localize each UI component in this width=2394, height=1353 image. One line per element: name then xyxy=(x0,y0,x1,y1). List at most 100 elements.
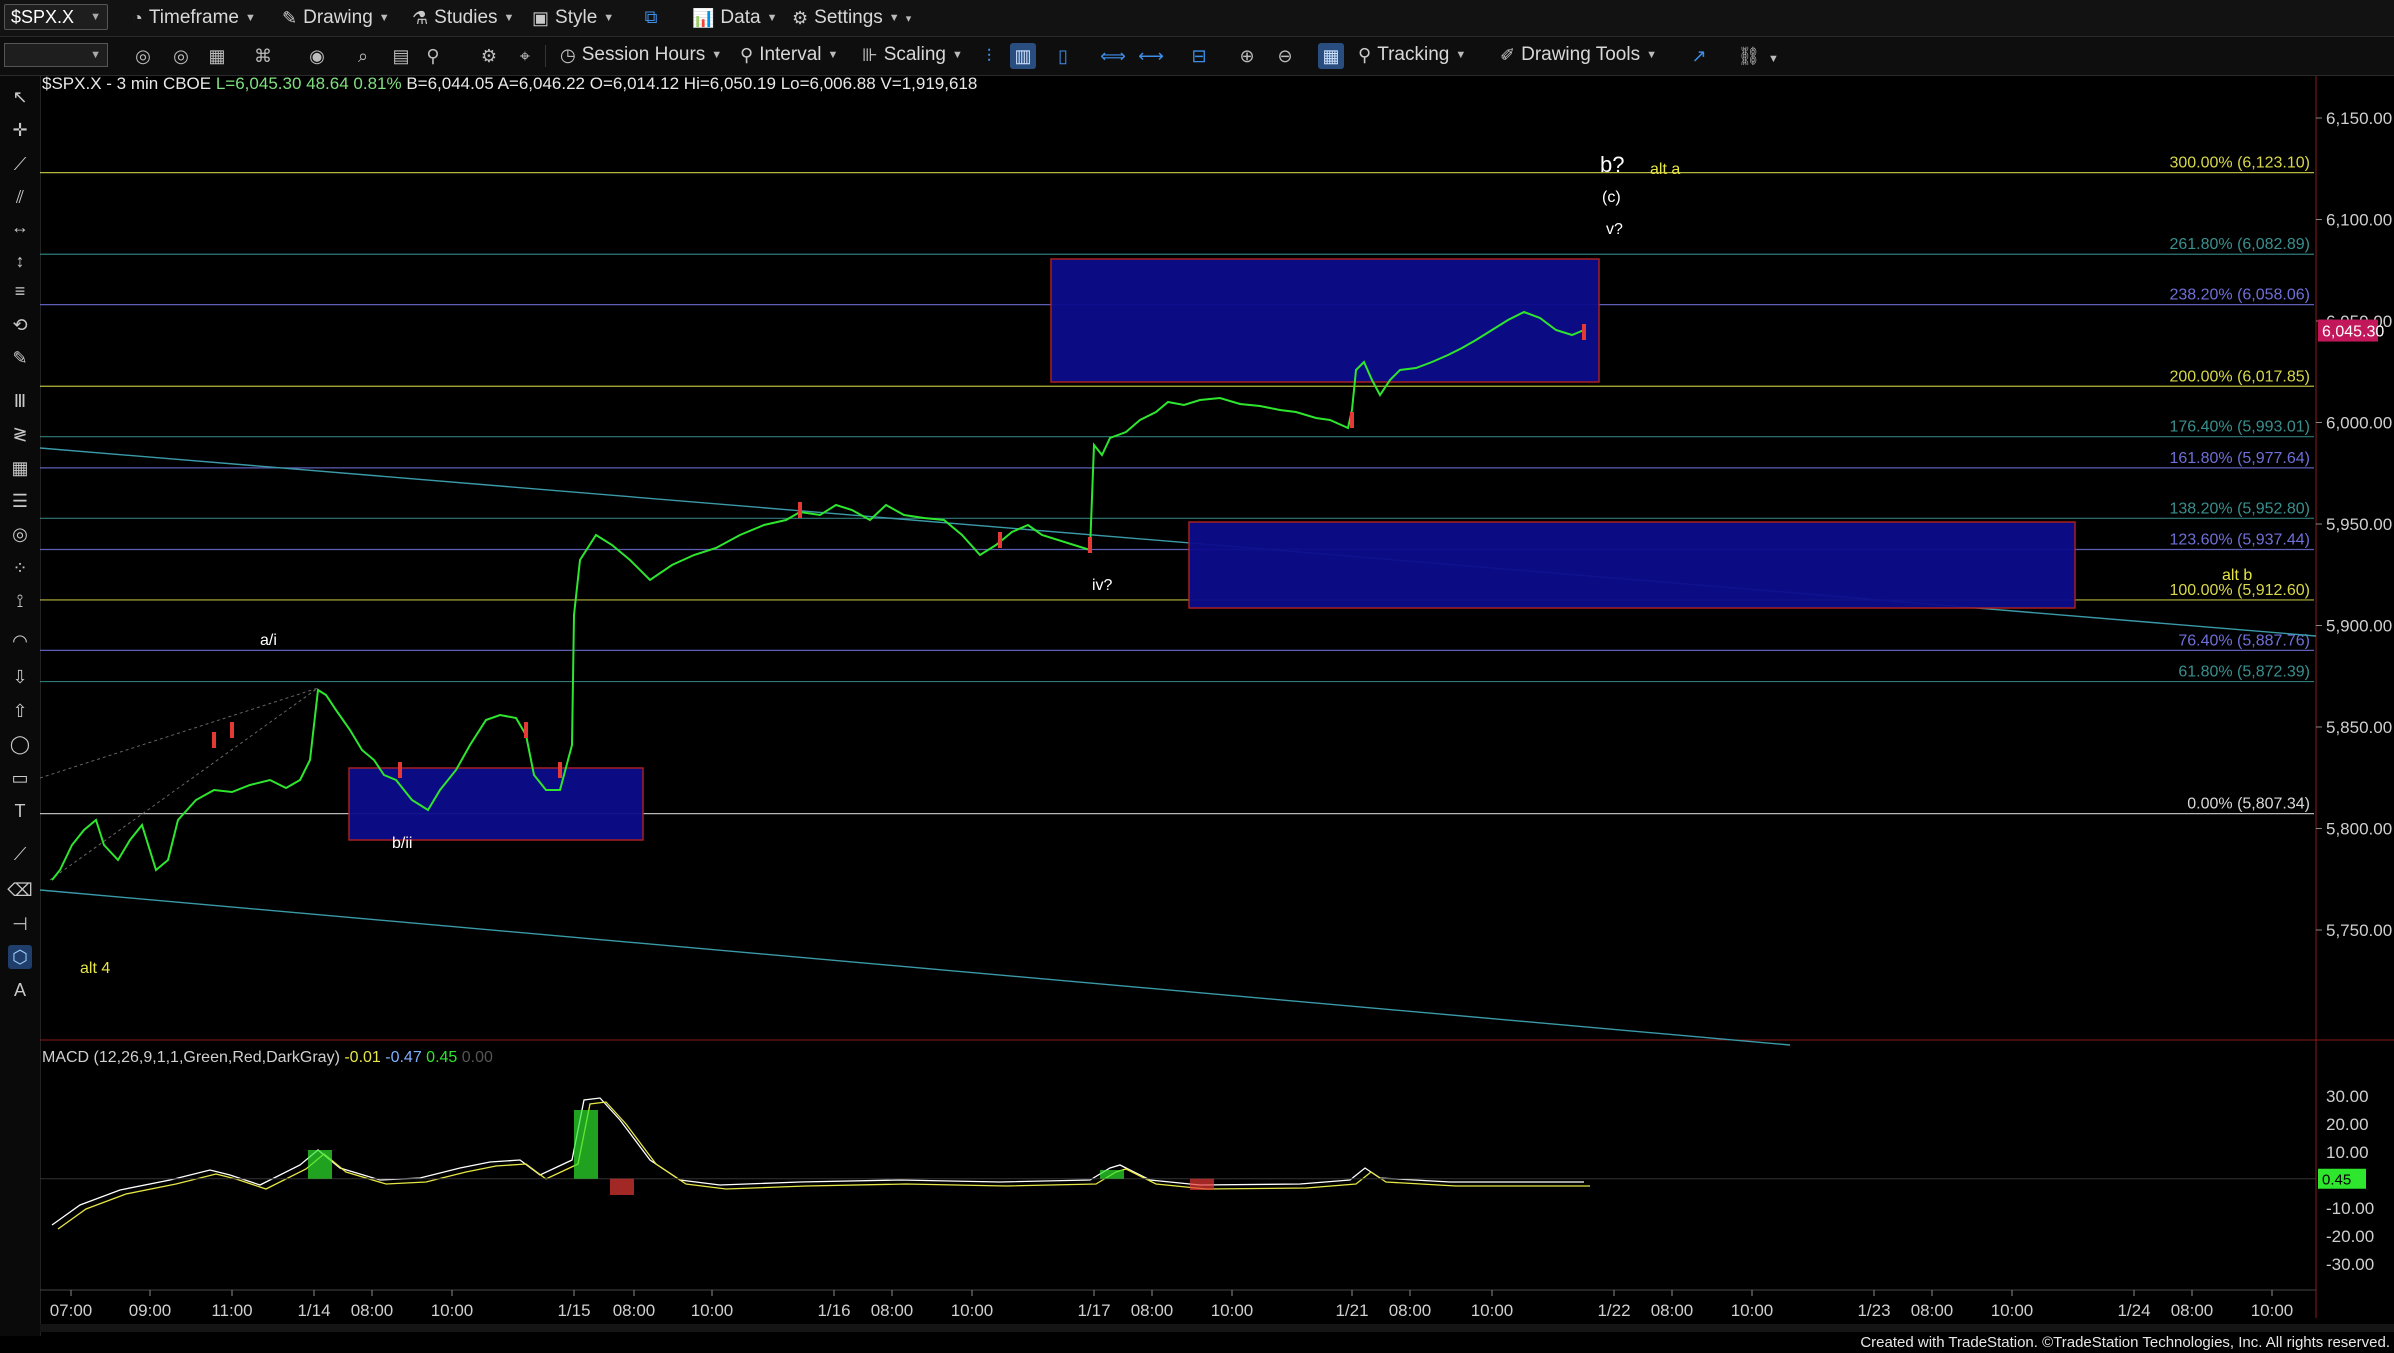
chevron-down-icon: ▼ xyxy=(711,49,723,61)
price-axis-label: 5,950.00 xyxy=(2326,515,2392,534)
zoom-in-icon[interactable]: ⊕ xyxy=(1234,43,1260,69)
symbol-input[interactable]: $SPX.X ▼ xyxy=(4,4,108,30)
layout-icon[interactable]: ⧉ xyxy=(638,4,664,30)
style-icon: ▣ xyxy=(532,8,550,28)
panel-icon[interactable]: ⊟ xyxy=(1186,43,1212,69)
speed-icon[interactable]: ⟟ xyxy=(8,590,32,614)
target-zone-box xyxy=(1050,258,1600,383)
chart-type-icon[interactable]: ⌘ xyxy=(250,43,276,69)
macd-histogram-bar xyxy=(1100,1170,1124,1179)
chevron-down-icon: ▼ xyxy=(1455,49,1467,61)
cycle-icon[interactable]: ◎ xyxy=(8,523,32,547)
interval-menu[interactable]: ⚲ Interval ▼ xyxy=(740,41,838,69)
eraser-icon[interactable]: ⌫ xyxy=(7,879,32,903)
time-axis-label: 1/21 xyxy=(1335,1301,1368,1320)
timeframe-menu[interactable]: ◔ Timeframe ▼ xyxy=(132,4,256,32)
macd-histogram-bar xyxy=(308,1150,332,1179)
style-menu[interactable]: ▣ Style ▼ xyxy=(532,4,614,32)
refresh-icon[interactable]: ◎ xyxy=(130,43,156,69)
drawing-label: Drawing xyxy=(303,7,373,28)
draw-mode-icon[interactable]: ⬡ xyxy=(8,945,32,970)
settings-menu[interactable]: ⚙ Settings ▼ ▾ xyxy=(792,4,911,32)
price-axis-label: 5,750.00 xyxy=(2326,921,2392,940)
arrow-up-icon[interactable]: ⇧ xyxy=(8,699,32,723)
session-hours-icon: ◷ xyxy=(560,45,576,65)
macd-histogram-bar xyxy=(610,1178,634,1195)
link-icon[interactable]: ◎ xyxy=(168,43,194,69)
tracking-menu[interactable]: ⚲ Tracking ▼ xyxy=(1358,41,1466,69)
time-axis-label: 08:00 xyxy=(871,1301,914,1320)
tracking-icon: ⚲ xyxy=(1358,45,1372,65)
arrow-down-icon[interactable]: ⇩ xyxy=(8,666,32,690)
macd-line xyxy=(51,1097,1584,1226)
horizontal-scrollbar[interactable] xyxy=(40,1324,2394,1332)
compress-icon[interactable]: ⟷ xyxy=(1138,43,1164,69)
vertical-icon[interactable]: ↕ xyxy=(8,249,32,273)
current-price-label: 6,045.30 xyxy=(2322,324,2384,341)
candle-marker xyxy=(1582,324,1586,340)
drawing-menu[interactable]: ✎ Drawing ▼ xyxy=(282,4,390,32)
snap-icon[interactable]: ⊣ xyxy=(8,912,32,936)
text-icon[interactable]: T xyxy=(8,800,32,824)
wave-label: (c) xyxy=(1602,189,1621,206)
session-hours-menu[interactable]: ◷ Session Hours ▼ xyxy=(560,41,722,69)
macd-axis-label: 0.45 xyxy=(2322,1172,2351,1189)
data-menu[interactable]: 📊 Data ▼ xyxy=(692,4,777,32)
scaling-icon: ⊪ xyxy=(862,45,878,65)
time-axis-label: 10:00 xyxy=(951,1301,994,1320)
wave-label: iv? xyxy=(1092,577,1113,594)
find-icon[interactable]: ⌕ xyxy=(350,43,376,69)
channel-icon[interactable]: ≡ xyxy=(8,280,32,304)
pin-icon[interactable]: ⚙ xyxy=(476,43,502,69)
lines-icon[interactable]: ☰ xyxy=(8,489,32,513)
time-axis-label: 10:00 xyxy=(2251,1301,2294,1320)
price-chart[interactable]: $SPX.X - 3 min CBOE L=6,045.30 48.64 0.8… xyxy=(40,76,2394,1336)
search-icon[interactable]: ⚲ xyxy=(420,43,446,69)
circle-icon[interactable]: ◉ xyxy=(304,43,330,69)
window-icon[interactable]: ▦ xyxy=(204,43,230,69)
text-a-icon[interactable]: A xyxy=(8,979,32,1003)
candle-marker xyxy=(798,502,802,518)
pencil-icon[interactable]: ✎ xyxy=(8,347,32,371)
ruler-icon[interactable]: ⟋ xyxy=(8,842,32,866)
regression-icon[interactable]: ≷ xyxy=(8,423,32,447)
horizontal-icon[interactable]: ↔ xyxy=(8,216,32,240)
symbol-text: $SPX.X xyxy=(11,6,75,27)
bar-chart-icon[interactable]: ⫶ xyxy=(976,43,1002,69)
gann-icon[interactable]: ⟲ xyxy=(8,313,32,337)
fib-icon[interactable]: ⫽ xyxy=(8,185,32,209)
grid-icon[interactable]: ▦ xyxy=(8,456,32,480)
zoom-out-icon[interactable]: ⊖ xyxy=(1272,43,1298,69)
tool-icon[interactable]: ⌖ xyxy=(512,43,538,69)
trendline-icon[interactable]: ⟋ xyxy=(8,152,32,176)
time-axis-label: 09:00 xyxy=(129,1301,172,1320)
candle-icon[interactable]: ▥ xyxy=(1010,43,1036,69)
crosshair-icon[interactable]: ✛ xyxy=(8,119,32,143)
more-menu[interactable]: ▼ xyxy=(1768,45,1779,73)
wave-label: v? xyxy=(1606,221,1623,238)
drawing-tools-menu[interactable]: ✐ Drawing Tools ▼ xyxy=(1500,41,1657,69)
fib-level-label: 176.40% (5,993.01) xyxy=(2169,419,2310,436)
link-chain-icon[interactable]: ⛓ xyxy=(1736,43,1762,69)
pointer-icon[interactable]: ↖ xyxy=(8,85,32,109)
wave-label: alt a xyxy=(1650,161,1680,178)
rectangle-icon[interactable]: ▭ xyxy=(8,766,32,790)
export-icon[interactable]: ↗ xyxy=(1686,43,1712,69)
fib-level-label: 100.00% (5,912.60) xyxy=(2169,582,2310,599)
workspace-select[interactable]: ▼ xyxy=(4,43,108,67)
price-axis-label: 5,850.00 xyxy=(2326,718,2392,737)
time-axis-label: 08:00 xyxy=(351,1301,394,1320)
studies-menu[interactable]: ⚗ Studies ▼ xyxy=(412,4,514,32)
ellipse-icon[interactable]: ◯ xyxy=(8,733,32,757)
save-icon[interactable]: ▤ xyxy=(388,43,414,69)
scaling-menu[interactable]: ⊪ Scaling ▼ xyxy=(862,41,963,69)
chevron-down-icon: ▼ xyxy=(603,12,615,24)
chevron-down-icon: ▼ xyxy=(766,12,778,24)
time-axis-label: 10:00 xyxy=(1211,1301,1254,1320)
dots-icon[interactable]: ⁘ xyxy=(8,556,32,580)
bars-icon[interactable]: Ⅲ xyxy=(8,389,32,413)
hollow-candle-icon[interactable]: ▯ xyxy=(1050,43,1076,69)
grid-icon[interactable]: ▦ xyxy=(1318,43,1344,69)
arc-icon[interactable]: ◠ xyxy=(8,629,32,653)
expand-icon[interactable]: ⟺ xyxy=(1100,43,1126,69)
